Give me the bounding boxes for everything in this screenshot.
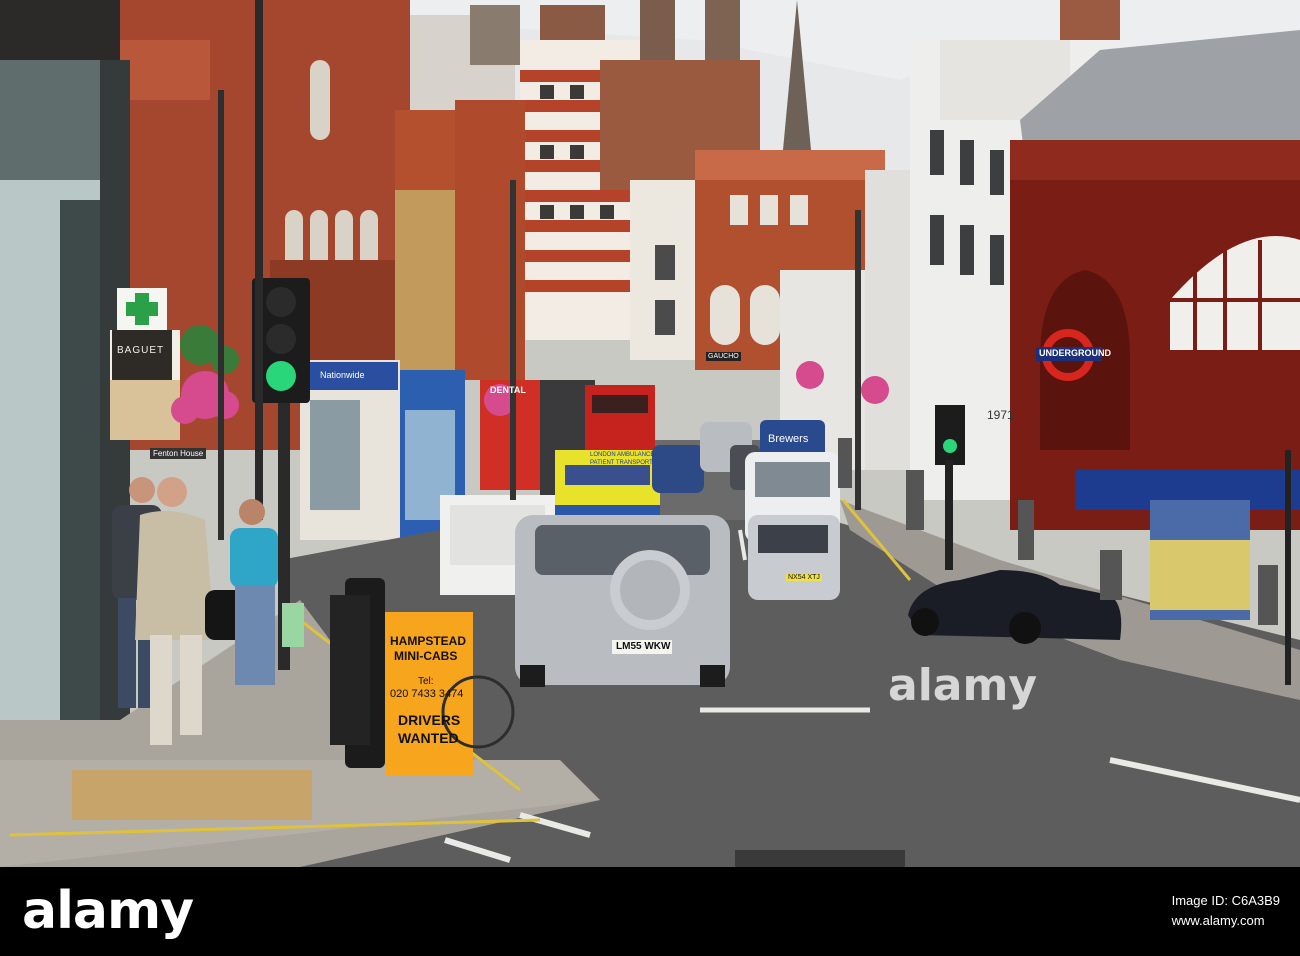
minicab-tel-label: Tel:	[418, 676, 434, 687]
underground-sign: UNDERGROUND	[1039, 348, 1111, 358]
street-photo	[0, 0, 1300, 867]
brewers-sign: Brewers	[768, 433, 809, 445]
ambulance-text-1: LONDON AMBULANCE	[590, 452, 655, 458]
fenton-sign: Fenton House	[150, 448, 207, 459]
ambulance-text-2: PATIENT TRANSPORT	[590, 460, 653, 466]
minicab-line4: WANTED	[398, 730, 459, 746]
photo: HAMPSTEAD MINI-CABS Tel: 020 7433 3474 D…	[0, 0, 1300, 867]
license-plate: LM55 WKW	[616, 641, 671, 652]
minicab-line1: HAMPSTEAD	[390, 634, 467, 648]
nationwide-sign: Nationwide	[320, 370, 365, 380]
van-plate: NX54 XTJ	[786, 574, 822, 581]
minicab-line2: MINI-CABS	[394, 649, 458, 663]
watermark: alamy	[888, 660, 1037, 711]
gaucho-sign: GAUCHO	[706, 352, 741, 361]
minicab-tel: 020 7433 3474	[390, 688, 464, 700]
image-id: Image ID: C6A3B9	[1171, 893, 1280, 908]
shop-1971-sign: 1971	[987, 408, 1014, 422]
dental-sign: DENTAL	[490, 385, 526, 395]
footer-bar: alamy Image ID: C6A3B9 www.alamy.com	[0, 867, 1300, 956]
alamy-logo: alamy	[22, 881, 194, 941]
site-url: www.alamy.com	[1171, 913, 1265, 928]
minicab-line3: DRIVERS	[398, 712, 461, 728]
footer-meta: Image ID: C6A3B9 www.alamy.com	[1172, 891, 1280, 931]
baguet-sign: BAGUET	[117, 345, 165, 356]
